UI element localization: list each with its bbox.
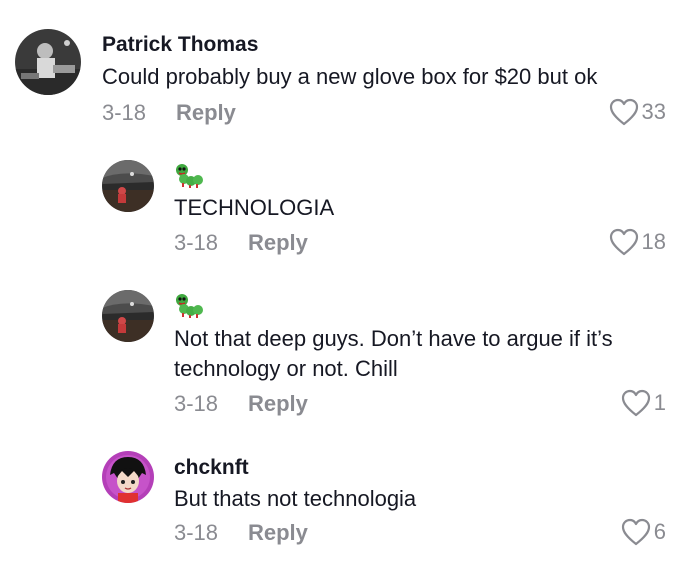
like-count: 6 bbox=[653, 519, 666, 544]
avatar[interactable] bbox=[102, 290, 154, 342]
like-button[interactable]: 6 bbox=[621, 518, 666, 546]
comment-item: chcknft But thats not technologia 3-18 R… bbox=[0, 440, 675, 568]
heart-icon bbox=[621, 389, 651, 417]
like-button[interactable]: 18 bbox=[609, 228, 666, 256]
caterpillar-emoji-icon bbox=[174, 162, 204, 193]
heart-icon bbox=[609, 228, 639, 256]
comment-item: TECHNOLOGIA 3-18 Reply 18 bbox=[0, 150, 675, 275]
comment-text: But thats not technologia bbox=[174, 486, 417, 511]
heart-icon bbox=[621, 518, 651, 546]
reply-button[interactable]: Reply bbox=[248, 391, 308, 417]
comment-date: 3-18 bbox=[102, 100, 147, 125]
heart-icon bbox=[609, 98, 639, 126]
reply-button[interactable]: Reply bbox=[248, 230, 308, 256]
comment-author[interactable]: chcknft bbox=[174, 456, 249, 480]
like-button[interactable]: 1 bbox=[621, 389, 666, 417]
avatar[interactable] bbox=[15, 29, 81, 95]
comment-date: 3-18 bbox=[174, 391, 219, 416]
comment-author[interactable]: Patrick Thomas bbox=[102, 33, 258, 57]
comment-text: Could probably buy a new glove box for $… bbox=[102, 64, 598, 89]
avatar[interactable] bbox=[102, 160, 154, 212]
avatar[interactable] bbox=[102, 451, 154, 503]
reply-button[interactable]: Reply bbox=[176, 100, 236, 126]
caterpillar-emoji-icon bbox=[174, 292, 204, 323]
comment-text: Not that deep guys. Don’t have to argue … bbox=[174, 326, 613, 381]
like-button[interactable]: 33 bbox=[609, 98, 666, 126]
comment-date: 3-18 bbox=[174, 230, 219, 255]
comment-text: TECHNOLOGIA bbox=[174, 195, 335, 220]
like-count: 18 bbox=[641, 229, 666, 254]
comment-item: Not that deep guys. Don’t have to argue … bbox=[0, 280, 675, 430]
comment-item: Patrick Thomas Could probably buy a new … bbox=[0, 0, 675, 140]
comment-date: 3-18 bbox=[174, 520, 219, 545]
like-count: 33 bbox=[641, 99, 666, 124]
like-count: 1 bbox=[653, 390, 666, 415]
reply-button[interactable]: Reply bbox=[248, 520, 308, 546]
